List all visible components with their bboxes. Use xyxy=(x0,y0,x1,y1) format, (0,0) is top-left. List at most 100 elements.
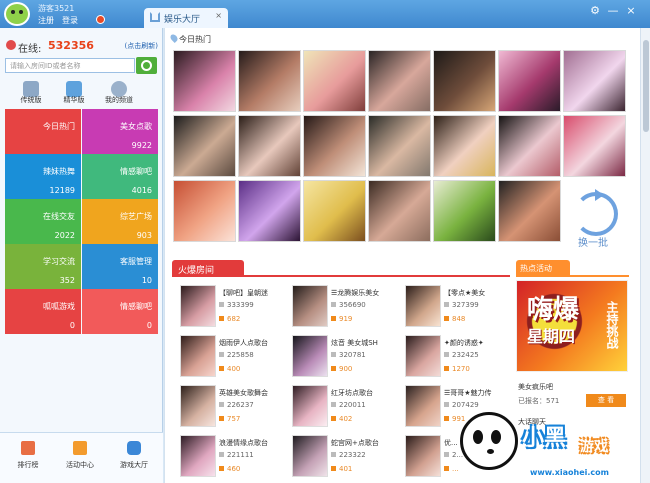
photo-12[interactable] xyxy=(433,115,496,177)
user-icon xyxy=(444,316,449,321)
photo-2[interactable] xyxy=(238,50,301,112)
watermark-panda xyxy=(460,412,518,470)
message-icon xyxy=(89,165,105,181)
close-tab-icon[interactable]: × xyxy=(215,11,222,20)
login-link[interactable]: 登录 xyxy=(62,15,78,26)
user-icon xyxy=(444,466,449,471)
room-card[interactable]: 蛇宫网+点歌台 223322 401 xyxy=(292,435,396,480)
view-activity-button[interactable]: 查 看 xyxy=(586,394,626,407)
room-card[interactable]: 英雄美女歌舞会 226237 757 xyxy=(180,385,284,430)
photo-17[interactable] xyxy=(303,180,366,242)
room-id-icon xyxy=(444,352,449,357)
activity-banner[interactable]: 嗨爆 星期四 主持挑战 xyxy=(516,280,628,372)
bottom-ranking[interactable]: 排行榜 xyxy=(3,460,53,470)
tile-today-hot[interactable]: 今日热门 xyxy=(5,109,81,154)
tile-dance[interactable]: 辣妹热舞 12189 xyxy=(5,154,81,199)
photo-8[interactable] xyxy=(173,115,236,177)
register-link[interactable]: 注册 xyxy=(38,15,54,26)
title-bar: 游客3521 注册 登录 娱乐大厅 × ⚙ — × xyxy=(0,0,650,28)
photo-19[interactable] xyxy=(433,180,496,242)
room-card[interactable]: ✦颜的诱惑✦ 232425 1270 xyxy=(405,335,509,380)
photo-9[interactable] xyxy=(238,115,301,177)
room-thumb[interactable] xyxy=(405,385,441,427)
room-thumb[interactable] xyxy=(180,385,216,427)
nav-my-channel[interactable]: 我的频道 xyxy=(95,95,143,105)
room-thumb[interactable] xyxy=(292,335,328,377)
refresh-batch-button[interactable]: 换一批 xyxy=(578,234,608,249)
bottom-nav: 排行榜 活动中心 游戏大厅 xyxy=(0,432,163,483)
minimize-icon[interactable]: — xyxy=(606,4,620,18)
room-card[interactable]: 【零点★美女 327399 848 xyxy=(405,285,509,330)
room-card[interactable]: 烟雨伊人点歌台 225858 400 xyxy=(180,335,284,380)
activity-header: 热点活动 xyxy=(516,260,629,277)
photo-14[interactable] xyxy=(563,115,626,177)
search-input[interactable]: 请输入房间ID或者名称 xyxy=(5,58,135,73)
refresh-icon[interactable] xyxy=(574,189,618,236)
room-card[interactable]: 【聊吧】皇朝迷 333399 682 xyxy=(180,285,284,330)
room-id-icon xyxy=(331,352,336,357)
tile-study[interactable]: 学习交流 352 xyxy=(5,244,81,289)
photo-11[interactable] xyxy=(368,115,431,177)
watermark-url: www.xiaohei.com xyxy=(530,468,609,477)
tile-emotion-chat-2[interactable]: 情感聊吧 0 xyxy=(82,289,158,334)
phone-icon xyxy=(89,255,105,271)
tile-variety-square[interactable]: 综艺广场 903 xyxy=(82,199,158,244)
room-thumb[interactable] xyxy=(292,385,328,427)
room-card[interactable]: 红牙坊点歌台 220011 402 xyxy=(292,385,396,430)
ranking-icon xyxy=(21,441,35,455)
room-thumb[interactable] xyxy=(180,335,216,377)
tile-support[interactable]: 客服管理 10 xyxy=(82,244,158,289)
close-icon[interactable]: × xyxy=(624,4,638,18)
photo-10[interactable] xyxy=(303,115,366,177)
online-label: 在线: xyxy=(18,44,42,55)
photo-13[interactable] xyxy=(498,115,561,177)
hot-rooms-tag: 火爆房间 xyxy=(172,260,244,277)
room-thumb[interactable] xyxy=(405,335,441,377)
room-thumb[interactable] xyxy=(292,285,328,327)
hot-rooms-header: 火爆房间 xyxy=(172,260,510,277)
photo-18[interactable] xyxy=(368,180,431,242)
room-id-icon xyxy=(331,302,336,307)
watermark-logo-text: 小黑 xyxy=(522,426,567,451)
flame-icon xyxy=(12,120,28,136)
gamepad-icon xyxy=(127,441,141,455)
tile-beauty-song[interactable]: 美女点歌 9922 xyxy=(82,109,158,154)
user-icon xyxy=(219,366,224,371)
photo-4[interactable] xyxy=(368,50,431,112)
photo-6[interactable] xyxy=(498,50,561,112)
person-icon xyxy=(6,40,16,50)
settings-icon[interactable]: ⚙ xyxy=(588,4,602,18)
photo-5[interactable] xyxy=(433,50,496,112)
nav-elite[interactable]: 精华版 xyxy=(50,95,98,105)
user-icon xyxy=(444,416,449,421)
room-thumb[interactable] xyxy=(180,285,216,327)
nav-traditional[interactable]: 传统版 xyxy=(7,95,55,105)
scrollbar[interactable] xyxy=(640,28,650,483)
user-icon xyxy=(331,466,336,471)
bottom-game-hall[interactable]: 游戏大厅 xyxy=(109,460,159,470)
tab-entertainment-hall[interactable]: 娱乐大厅 × xyxy=(144,8,228,28)
scroll-thumb[interactable] xyxy=(643,40,649,132)
bottom-activity[interactable]: 活动中心 xyxy=(55,460,105,470)
photo-3[interactable] xyxy=(303,50,366,112)
search-button[interactable] xyxy=(136,57,157,74)
room-card[interactable]: 炫音 美女城SH 320781 900 xyxy=(292,335,396,380)
shoe-icon xyxy=(12,165,28,181)
photo-16[interactable] xyxy=(238,180,301,242)
room-thumb[interactable] xyxy=(405,285,441,327)
photo-15[interactable] xyxy=(173,180,236,242)
room-card[interactable]: 浪漫情缘点歌台 221111 460 xyxy=(180,435,284,480)
tile-online-friends[interactable]: 在线交友 2022 xyxy=(5,199,81,244)
refresh-count-link[interactable]: (点击刷新) xyxy=(125,41,158,51)
photo-20[interactable] xyxy=(498,180,561,242)
user-icon xyxy=(331,316,336,321)
room-id-icon xyxy=(219,302,224,307)
room-thumb[interactable] xyxy=(292,435,328,477)
tile-game[interactable]: 呱呱游戏 0 xyxy=(5,289,81,334)
room-thumb[interactable] xyxy=(180,435,216,477)
photo-7[interactable] xyxy=(563,50,626,112)
room-thumb[interactable] xyxy=(405,435,441,477)
tile-emotion-chat[interactable]: 情感聊吧 4016 xyxy=(82,154,158,199)
photo-1[interactable] xyxy=(173,50,236,112)
room-card[interactable]: ☰龙腾娱乐美女 356690 919 xyxy=(292,285,396,330)
